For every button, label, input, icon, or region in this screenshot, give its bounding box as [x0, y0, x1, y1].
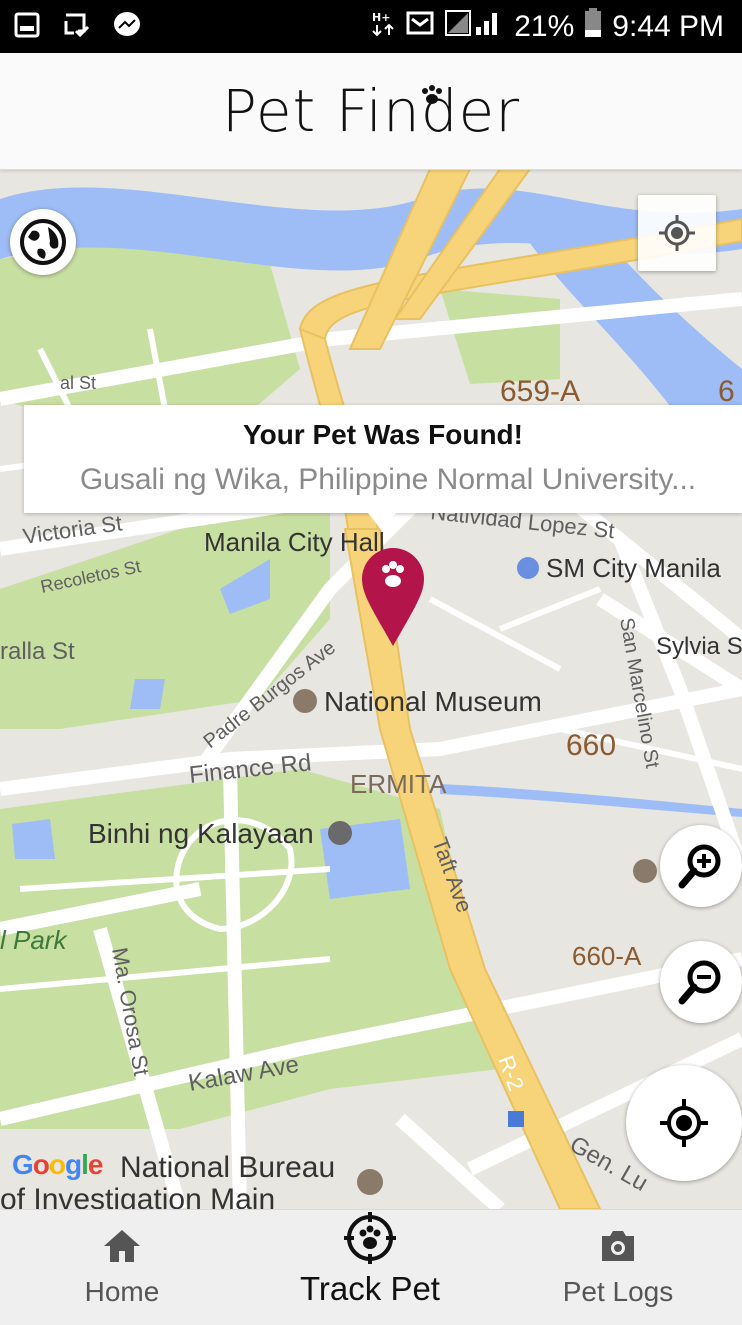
hplus-icon: H+ [370, 9, 396, 45]
messenger-icon [112, 10, 142, 45]
image-icon [14, 12, 40, 43]
svg-text:H+: H+ [372, 11, 390, 24]
zoom-out-icon [678, 960, 721, 1005]
google-logo: Google [12, 1149, 103, 1180]
app-bar: Pet Finder [0, 53, 742, 170]
map-label-al-st: al St [60, 373, 96, 393]
nav-home[interactable]: Home [22, 1210, 222, 1325]
app-title: Pet Finder [221, 77, 521, 145]
paw-accent-icon [422, 85, 442, 104]
nav-track-pet[interactable]: Track Pet [270, 1210, 470, 1325]
building-icon [633, 859, 657, 883]
map-label-manila-city-hall: Manila City Hall [204, 527, 385, 557]
nav-home-label: Home [84, 1276, 160, 1307]
info-window-address: Gusali ng Wika, Philippine Normal Univer… [79, 463, 697, 496]
camera-icon [602, 1231, 634, 1261]
map-label-park: l Park [0, 925, 68, 955]
my-location-button[interactable] [626, 1065, 742, 1181]
zoom-in-button[interactable] [660, 825, 742, 907]
status-bar: H+ 21% 9:44 PM [0, 0, 742, 53]
map-label-national-museum: National Museum [324, 686, 542, 717]
transit-icon [508, 1111, 524, 1127]
map-label-660a: 660-A [572, 941, 642, 971]
zoom-in-icon [678, 844, 721, 889]
battery-icon [584, 8, 602, 46]
signal-icon [444, 9, 504, 45]
crosshair-icon [659, 215, 695, 251]
shopping-icon [517, 557, 539, 579]
status-right: H+ 21% 9:44 PM [370, 8, 724, 46]
zoom-out-button[interactable] [660, 941, 742, 1023]
locate-button-top[interactable] [638, 195, 716, 271]
map-label-binhi: Binhi ng Kalayaan [88, 818, 314, 849]
map-view[interactable]: 659-A 6 al St Victoria St Recoletos St r… [0, 169, 742, 1209]
status-left-icons [14, 10, 142, 45]
map-label-660: 660 [566, 729, 616, 762]
info-window-tail [368, 513, 396, 531]
my-location-icon [660, 1099, 708, 1147]
map-type-button[interactable] [10, 209, 76, 275]
museum-icon [293, 689, 317, 713]
map-label-sylvia: Sylvia St [656, 633, 742, 660]
map-canvas[interactable]: 659-A 6 al St Victoria St Recoletos St r… [0, 169, 742, 1209]
mail-icon [406, 10, 434, 44]
home-icon [104, 1230, 140, 1262]
map-label-659a: 659-A [500, 375, 580, 408]
landmark-icon [328, 821, 352, 845]
paw-crosshair-icon [344, 1212, 396, 1264]
nav-pet-logs-label: Pet Logs [562, 1276, 674, 1307]
map-label-sm-city: SM City Manila [546, 553, 721, 583]
map-label-nbi: National Bureau [120, 1151, 335, 1184]
cast-icon [62, 11, 90, 44]
globe-icon [20, 219, 66, 265]
pond [12, 819, 55, 859]
government-icon [357, 1169, 383, 1195]
battery-percent: 21% [514, 10, 575, 43]
clock: 9:44 PM [612, 10, 724, 43]
nav-track-pet-label: Track Pet [300, 1270, 440, 1307]
map-label-ermita: ERMITA [350, 769, 447, 799]
map-label-ralla: ralla St [0, 638, 75, 665]
map-label-nbi-2: of Investigation Main [0, 1183, 275, 1209]
map-label-6: 6 [718, 375, 735, 408]
info-window[interactable]: Your Pet Was Found! Gusali ng Wika, Phil… [24, 405, 742, 513]
nav-pet-logs[interactable]: Pet Logs [518, 1210, 718, 1325]
bottom-navigation: Home Track Pet Pet Logs [0, 1209, 742, 1325]
pond [130, 679, 165, 709]
info-window-title: Your Pet Was Found! [243, 419, 523, 450]
